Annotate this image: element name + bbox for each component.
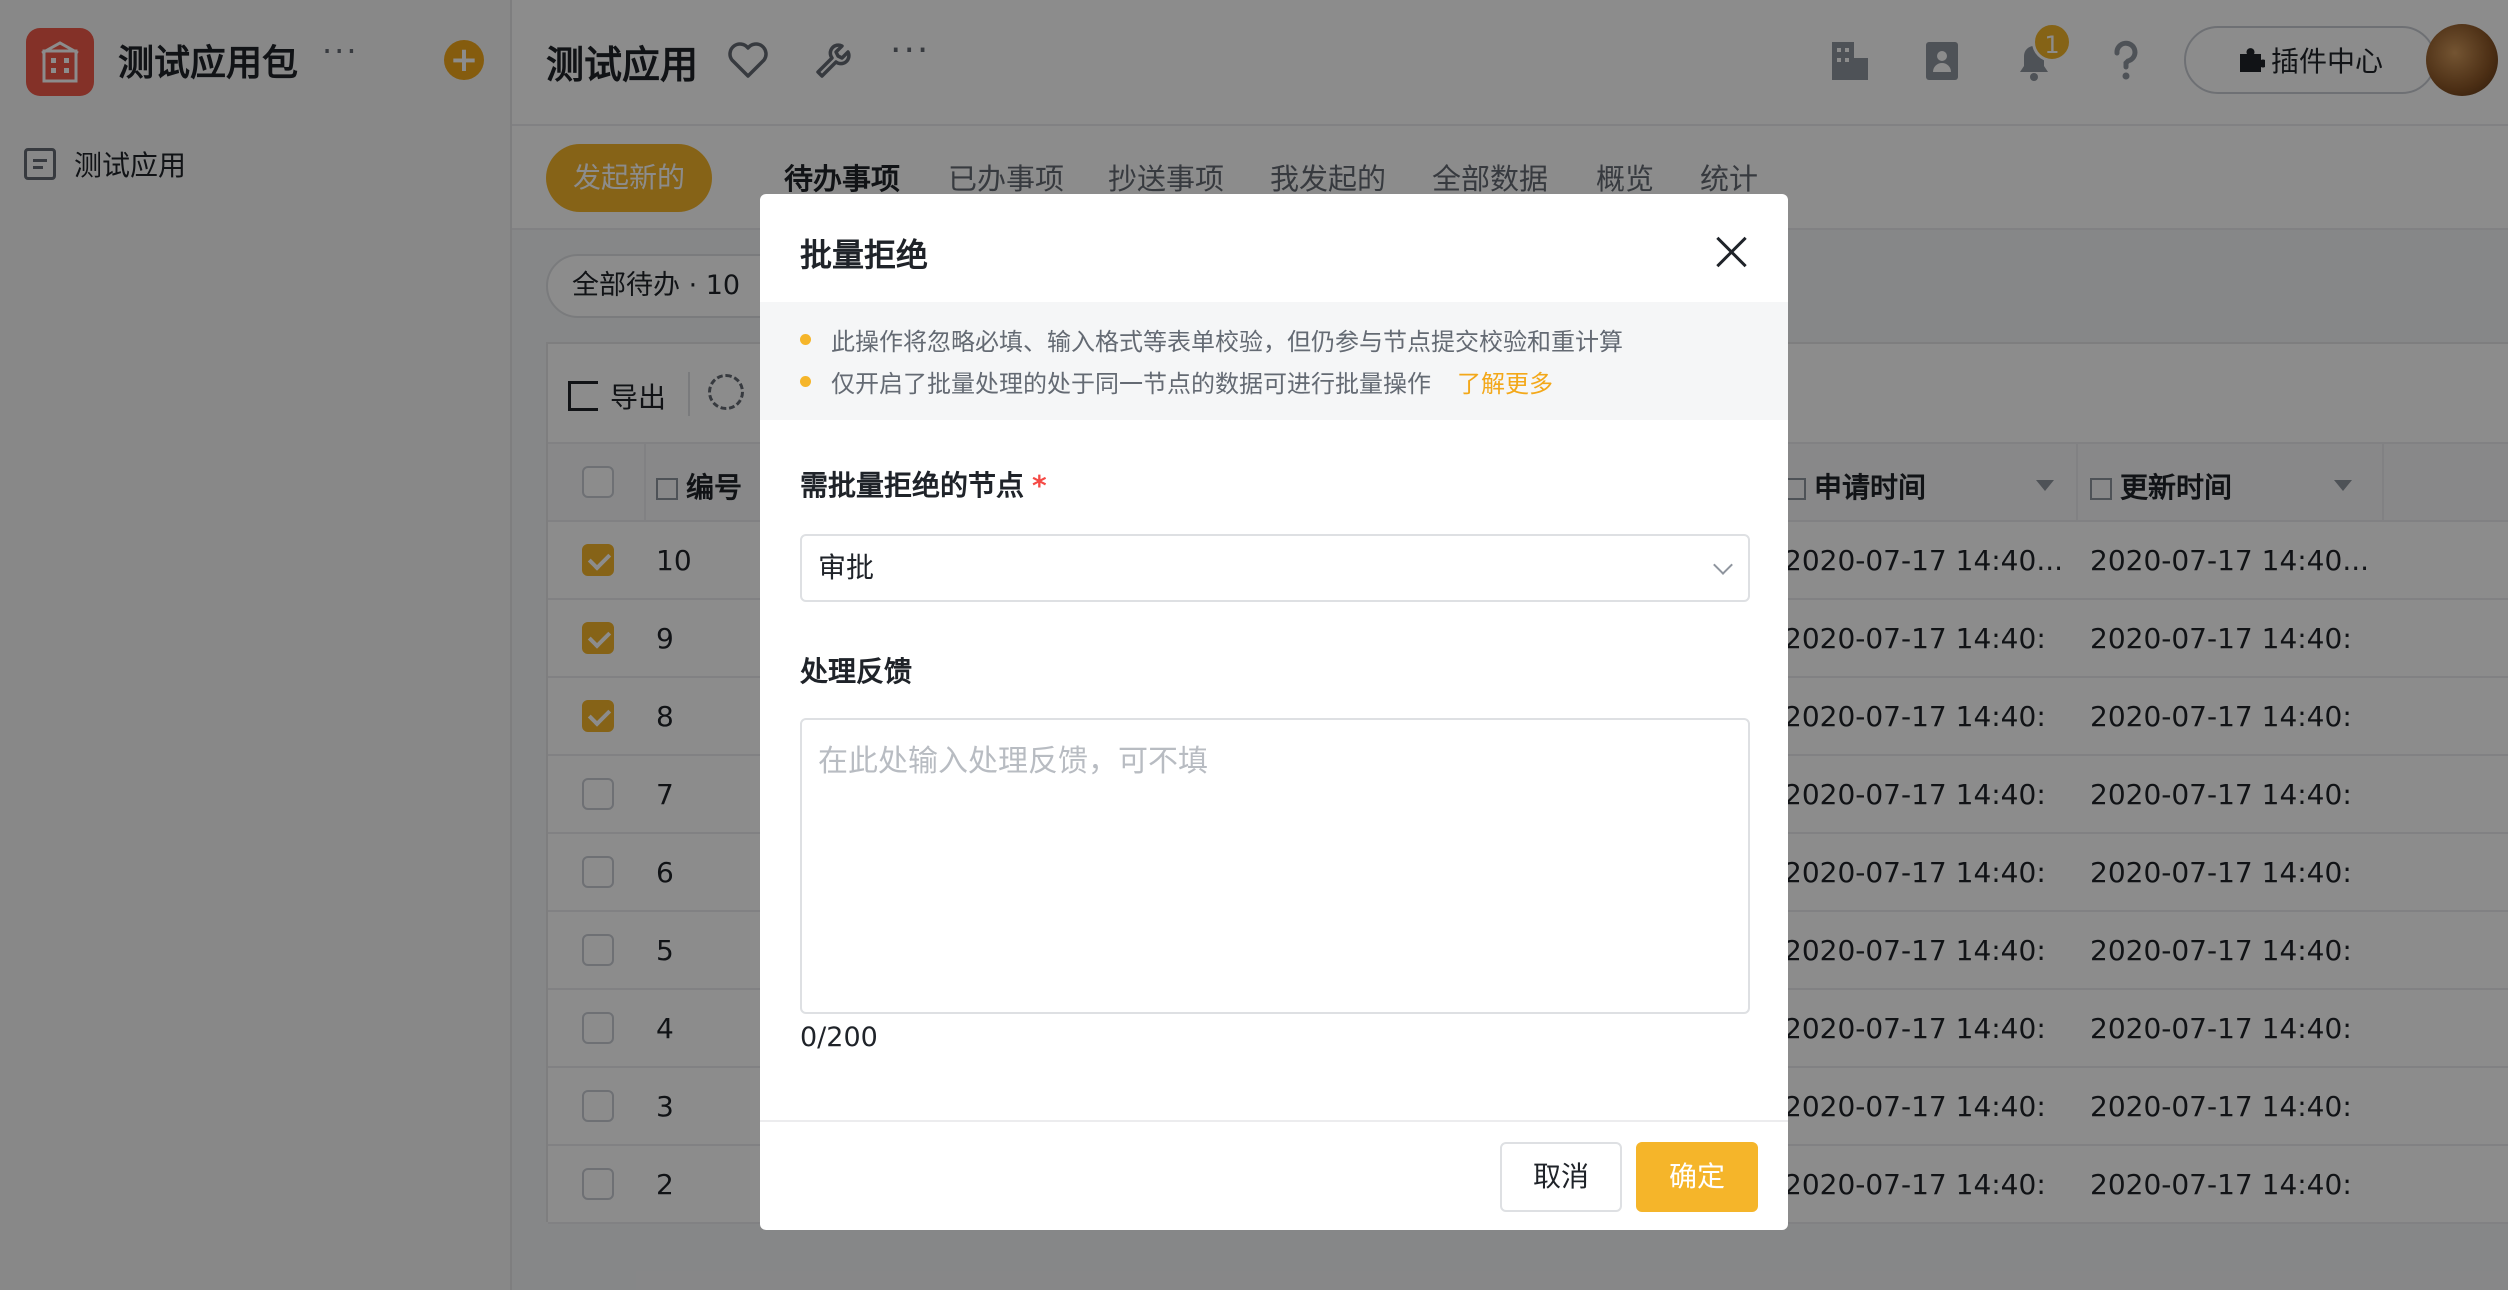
node-field-label: 需批量拒绝的节点 * (800, 464, 1047, 504)
node-select-value: 审批 (818, 551, 875, 584)
dialog-footer: 取消 确定 (760, 1120, 1788, 1230)
character-counter: 0/200 (800, 1022, 878, 1053)
close-icon[interactable] (1710, 230, 1754, 274)
notice-item: 仅开启了批量处理的处于同一节点的数据可进行批量操作 了解更多 (800, 364, 1553, 399)
notice-text: 仅开启了批量处理的处于同一节点的数据可进行批量操作 (831, 370, 1431, 398)
notice-item: 此操作将忽略必填、输入格式等表单校验，但仍参与节点提交校验和重计算 (800, 322, 1623, 357)
confirm-button[interactable]: 确定 (1636, 1142, 1758, 1212)
node-select[interactable]: 审批 (800, 534, 1750, 602)
required-mark: * (1032, 469, 1047, 502)
notice-panel: 此操作将忽略必填、输入格式等表单校验，但仍参与节点提交校验和重计算 仅开启了批量… (760, 302, 1788, 420)
notice-text: 此操作将忽略必填、输入格式等表单校验，但仍参与节点提交校验和重计算 (831, 328, 1623, 356)
cancel-button[interactable]: 取消 (1500, 1142, 1622, 1212)
node-label-text: 需批量拒绝的节点 (800, 469, 1025, 502)
dialog-title: 批量拒绝 (800, 236, 929, 274)
learn-more-link[interactable]: 了解更多 (1457, 364, 1553, 399)
feedback-textarea[interactable] (800, 718, 1750, 1014)
bullet-icon (800, 334, 811, 345)
feedback-field-label: 处理反馈 (800, 655, 913, 688)
chevron-down-icon (1713, 555, 1733, 575)
bullet-icon (800, 376, 811, 387)
batch-reject-dialog: 批量拒绝 此操作将忽略必填、输入格式等表单校验，但仍参与节点提交校验和重计算 仅… (760, 194, 1788, 1230)
